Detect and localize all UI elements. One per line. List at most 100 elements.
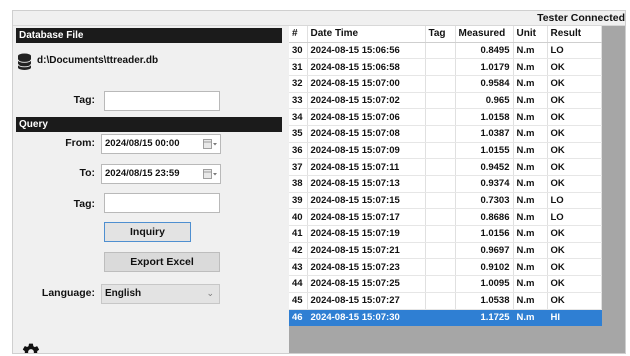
column-header-tag[interactable]: Tag xyxy=(425,26,456,43)
table-row[interactable]: 39 2024-08-15 15:07:15 0.7303 N.m LO xyxy=(289,192,602,210)
table-row[interactable]: 46 2024-08-15 15:07:30 1.1725 N.m HI xyxy=(289,309,602,327)
from-date-picker[interactable]: 2024/08/15 00:00 xyxy=(101,134,221,154)
table-row[interactable]: 33 2024-08-15 15:07:02 0.965 N.m OK xyxy=(289,92,602,110)
result-cell: LO xyxy=(547,192,602,210)
column-header-result[interactable]: Result xyxy=(547,26,602,43)
table-row[interactable]: 32 2024-08-15 15:07:00 0.9584 N.m OK xyxy=(289,75,602,93)
to-date-picker[interactable]: 2024/08/15 23:59 xyxy=(101,164,221,184)
result-cell: OK xyxy=(547,142,602,160)
calendar-dropdown-icon[interactable] xyxy=(203,139,217,150)
tag-cell xyxy=(425,42,456,60)
results-panel: # Date Time Tag Measured Unit Result 30 2… xyxy=(289,26,625,353)
unit-cell: N.m xyxy=(513,208,548,227)
unit-cell: N.m xyxy=(513,192,548,210)
table-row[interactable]: 44 2024-08-15 15:07:25 1.0095 N.m OK xyxy=(289,275,602,293)
tag-cell xyxy=(425,309,456,327)
column-header-date-time[interactable]: Date Time xyxy=(307,26,426,43)
table-row[interactable]: 42 2024-08-15 15:07:21 0.9697 N.m OK xyxy=(289,242,602,260)
table-row[interactable]: 34 2024-08-15 15:07:06 1.0158 N.m OK xyxy=(289,108,602,126)
measured-cell: 1.0095 xyxy=(455,275,514,293)
table-row[interactable]: 37 2024-08-15 15:07:11 0.9452 N.m OK xyxy=(289,158,602,176)
table-row[interactable]: 43 2024-08-15 15:07:23 0.9102 N.m OK xyxy=(289,258,602,277)
language-value: English xyxy=(105,288,142,299)
result-cell: HI xyxy=(547,309,602,327)
date-time-cell: 2024-08-15 15:07:06 xyxy=(307,108,426,126)
measured-cell: 1.1725 xyxy=(455,309,514,327)
tag-label: Tag: xyxy=(73,94,95,106)
number-cell: 34 xyxy=(289,108,308,126)
result-cell: OK xyxy=(547,58,602,76)
result-cell: OK xyxy=(547,108,602,126)
unit-cell: N.m xyxy=(513,142,548,160)
measured-cell: 1.0156 xyxy=(455,225,514,243)
number-cell: 32 xyxy=(289,75,308,93)
measured-cell: 0.9374 xyxy=(455,175,514,193)
result-cell: OK xyxy=(547,175,602,193)
measured-cell: 0.9452 xyxy=(455,158,514,176)
tag-cell xyxy=(425,258,456,277)
measured-cell: 1.0538 xyxy=(455,292,514,310)
measured-cell: 0.9584 xyxy=(455,75,514,93)
measured-cell: 0.9697 xyxy=(455,242,514,260)
date-time-cell: 2024-08-15 15:07:30 xyxy=(307,309,426,327)
tag-cell xyxy=(425,58,456,76)
column-header-number[interactable]: # xyxy=(289,26,308,43)
column-header-measured[interactable]: Measured xyxy=(455,26,514,43)
query-tag-label: Tag: xyxy=(73,198,95,210)
calendar-dropdown-icon[interactable] xyxy=(203,169,217,180)
table-row[interactable]: 45 2024-08-15 15:07:27 1.0538 N.m OK xyxy=(289,292,602,310)
date-time-cell: 2024-08-15 15:07:17 xyxy=(307,208,426,227)
export-excel-button[interactable]: Export Excel xyxy=(104,252,220,272)
result-cell: OK xyxy=(547,292,602,310)
measured-cell: 1.0179 xyxy=(455,58,514,76)
database-path: d:\Documents\ttreader.db xyxy=(37,55,159,66)
unit-cell: N.m xyxy=(513,158,548,176)
column-header-unit[interactable]: Unit xyxy=(513,26,548,43)
number-cell: 45 xyxy=(289,292,308,310)
number-cell: 36 xyxy=(289,142,308,160)
number-cell: 38 xyxy=(289,175,308,193)
measured-cell: 1.0155 xyxy=(455,142,514,160)
table-row[interactable]: 40 2024-08-15 15:07:17 0.8686 N.m LO xyxy=(289,208,602,227)
inquiry-button[interactable]: Inquiry xyxy=(104,222,191,242)
result-cell: LO xyxy=(547,208,602,227)
measured-cell: 0.8686 xyxy=(455,208,514,227)
unit-cell: N.m xyxy=(513,225,548,243)
gear-icon[interactable] xyxy=(21,342,41,354)
unit-cell: N.m xyxy=(513,42,548,60)
tag-cell xyxy=(425,125,456,143)
number-cell: 42 xyxy=(289,242,308,260)
tag-cell xyxy=(425,208,456,227)
tag-cell xyxy=(425,292,456,310)
date-time-cell: 2024-08-15 15:07:13 xyxy=(307,175,426,193)
date-time-cell: 2024-08-15 15:07:19 xyxy=(307,225,426,243)
table-header-row: # Date Time Tag Measured Unit Result xyxy=(289,26,602,43)
left-panel: Database File d:\Documents\ttreader.db T… xyxy=(13,26,285,354)
unit-cell: N.m xyxy=(513,125,548,143)
from-label: From: xyxy=(65,137,95,149)
tag-cell xyxy=(425,92,456,110)
tag-input[interactable] xyxy=(104,91,220,111)
query-tag-input[interactable] xyxy=(104,193,220,213)
table-row[interactable]: 38 2024-08-15 15:07:13 0.9374 N.m OK xyxy=(289,175,602,193)
date-time-cell: 2024-08-15 15:07:27 xyxy=(307,292,426,310)
connection-status: Tester Connected xyxy=(537,12,625,24)
tag-cell xyxy=(425,225,456,243)
result-cell: LO xyxy=(547,42,602,60)
number-cell: 30 xyxy=(289,42,308,60)
result-cell: OK xyxy=(547,258,602,277)
table-row[interactable]: 41 2024-08-15 15:07:19 1.0156 N.m OK xyxy=(289,225,602,243)
query-header: Query xyxy=(16,117,282,132)
number-cell: 39 xyxy=(289,192,308,210)
table-row[interactable]: 36 2024-08-15 15:07:09 1.0155 N.m OK xyxy=(289,142,602,160)
number-cell: 41 xyxy=(289,225,308,243)
measured-cell: 0.8495 xyxy=(455,42,514,60)
result-cell: OK xyxy=(547,225,602,243)
number-cell: 35 xyxy=(289,125,308,143)
table-row[interactable]: 35 2024-08-15 15:07:08 1.0387 N.m OK xyxy=(289,125,602,143)
unit-cell: N.m xyxy=(513,292,548,310)
results-table-container: # Date Time Tag Measured Unit Result 30 2… xyxy=(289,26,602,327)
table-row[interactable]: 31 2024-08-15 15:06:58 1.0179 N.m OK xyxy=(289,58,602,76)
language-select[interactable]: English ⌄ xyxy=(101,284,220,304)
table-row[interactable]: 30 2024-08-15 15:06:56 0.8495 N.m LO xyxy=(289,42,602,60)
